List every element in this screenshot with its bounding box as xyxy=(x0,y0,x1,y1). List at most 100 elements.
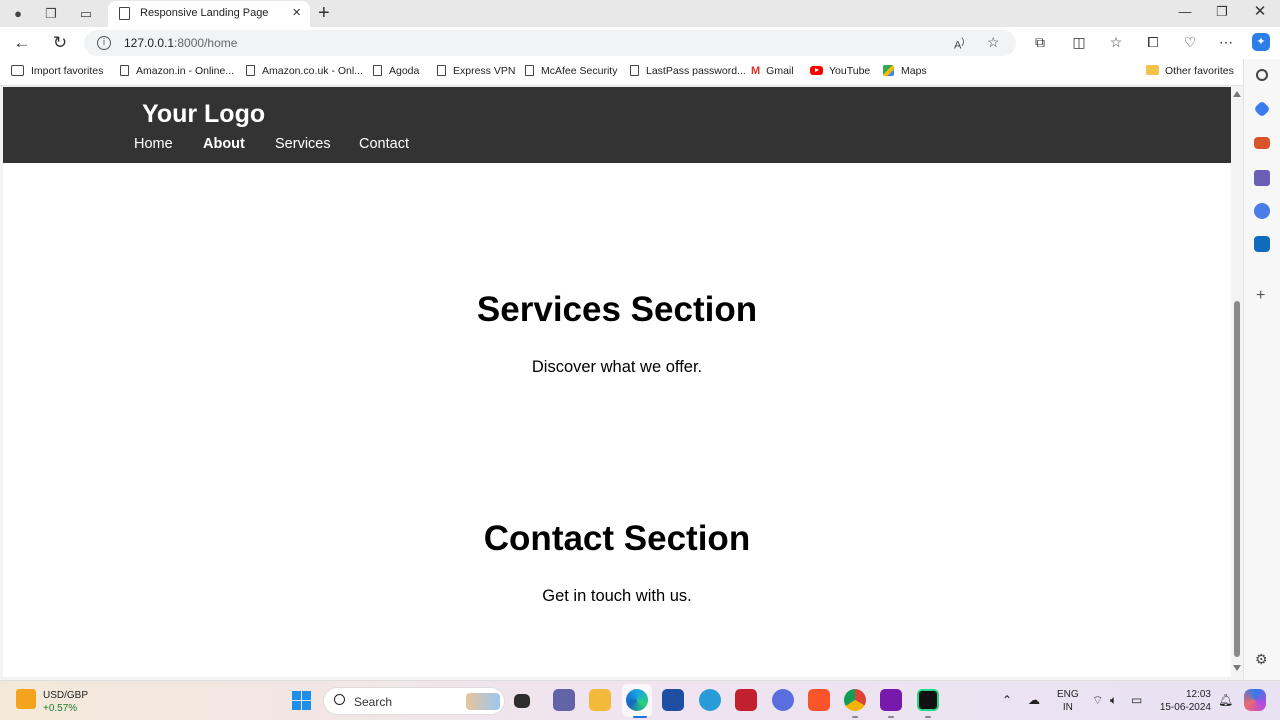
profile-icon[interactable]: ● xyxy=(9,5,27,23)
clock[interactable]: 12:03 15-06-2024 xyxy=(1156,688,1211,714)
onedrive-icon[interactable]: ☁ xyxy=(1028,693,1040,707)
copilot-icon[interactable]: ✦ xyxy=(1252,33,1270,51)
brave-icon[interactable] xyxy=(808,689,830,711)
ticker-name: USD/GBP xyxy=(43,690,89,701)
pycharm-icon[interactable] xyxy=(917,689,939,711)
site-info-icon[interactable]: i xyxy=(97,36,111,50)
volume-muted-icon[interactable]: 🔈︎ xyxy=(1110,693,1117,708)
search-highlight-icon xyxy=(466,693,500,710)
search-placeholder: Search xyxy=(354,695,393,709)
url-text[interactable]: 127.0.0.1:8000/home xyxy=(124,36,237,50)
outlook-icon[interactable] xyxy=(1254,236,1270,252)
shopping-icon[interactable] xyxy=(1253,100,1271,118)
page-icon xyxy=(120,65,129,76)
page-icon xyxy=(373,65,382,76)
store-icon[interactable] xyxy=(662,689,684,711)
bookmark-mcafee[interactable]: McAfee Security xyxy=(525,65,617,77)
edge-icon[interactable] xyxy=(626,689,648,711)
nav-link-home[interactable]: Home xyxy=(134,136,173,152)
bookmark-maps[interactable]: Maps xyxy=(883,65,927,77)
page-scrollbar[interactable] xyxy=(1231,87,1243,677)
folder-icon xyxy=(1146,65,1159,75)
bookmark-lastpass[interactable]: LastPass password... xyxy=(630,65,746,77)
stock-widget[interactable]: USD/GBP +0.57% xyxy=(43,689,88,715)
stock-widget-icon[interactable] xyxy=(16,689,36,709)
back-button[interactable]: ← xyxy=(11,32,33,54)
extensions-icon[interactable]: ⧉ xyxy=(1030,34,1050,51)
page-icon xyxy=(437,65,446,76)
bookmark-gmail[interactable]: M Gmail xyxy=(751,65,794,77)
browser-essentials-icon[interactable]: ♡ xyxy=(1180,34,1200,51)
wifi-icon[interactable]: ⌔ xyxy=(1092,693,1103,708)
settings-icon[interactable]: ⚙ xyxy=(1255,651,1268,668)
close-tab-icon[interactable]: × xyxy=(292,4,301,21)
help-icon[interactable] xyxy=(699,689,721,711)
new-tab-button[interactable]: + xyxy=(318,2,330,25)
maximize-button[interactable]: ❐ xyxy=(1212,4,1232,20)
favorites-bar: Import favorites Amazon.in - Online... A… xyxy=(0,59,1280,86)
scroll-down-arrow-icon[interactable] xyxy=(1233,665,1241,671)
add-sidebar-app-icon[interactable]: + xyxy=(1256,287,1265,305)
minimize-button[interactable]: — xyxy=(1175,4,1195,19)
page-icon xyxy=(119,7,130,20)
youtube-icon xyxy=(810,66,823,75)
favorites-icon[interactable]: ☆ xyxy=(1106,34,1126,51)
bookmark-amazon-co-uk[interactable]: Amazon.co.uk - Onl... xyxy=(246,65,363,77)
tab-active[interactable]: Responsive Landing Page × xyxy=(108,1,310,27)
address-bar[interactable]: i 127.0.0.1:8000/home A) ☆ xyxy=(84,30,1016,56)
bookmark-amazon-in[interactable]: Amazon.in - Online... xyxy=(120,65,234,77)
show-hidden-icons[interactable]: ⌃ xyxy=(1002,693,1012,707)
notification-icon[interactable]: 🔔︎ xyxy=(1218,693,1233,707)
search-icon[interactable] xyxy=(1256,69,1268,81)
task-view-icon[interactable] xyxy=(514,694,530,708)
nav-link-contact[interactable]: Contact xyxy=(359,136,409,152)
start-button[interactable] xyxy=(292,691,311,710)
page-icon xyxy=(525,65,534,76)
tab-actions-icon[interactable]: ▭ xyxy=(77,5,95,23)
nav-link-services[interactable]: Services xyxy=(275,136,331,152)
scroll-up-arrow-icon[interactable] xyxy=(1233,91,1241,97)
clock-date: 15-06-2024 xyxy=(1159,702,1211,713)
refresh-button[interactable]: ↻ xyxy=(49,32,71,54)
bookmark-youtube[interactable]: YouTube xyxy=(810,65,870,77)
copilot-taskbar-icon[interactable] xyxy=(1244,689,1266,711)
favorite-star-icon[interactable]: ☆ xyxy=(987,34,1000,51)
battery-icon[interactable]: ▭ xyxy=(1131,693,1142,707)
page-icon xyxy=(246,65,255,76)
games-icon[interactable] xyxy=(1254,170,1270,186)
more-menu-icon[interactable]: ⋯ xyxy=(1216,34,1236,51)
import-icon xyxy=(11,65,24,76)
bookmark-import-favorites[interactable]: Import favorites xyxy=(11,65,103,77)
page-viewport: Your Logo Home About Services Contact Se… xyxy=(3,87,1231,677)
tools-icon[interactable] xyxy=(1254,137,1270,149)
app-indicator xyxy=(925,716,931,718)
mcafee-icon[interactable] xyxy=(735,689,757,711)
app-indicator xyxy=(852,716,858,718)
bookmark-agoda[interactable]: Agoda xyxy=(373,65,419,77)
search-icon xyxy=(334,694,345,705)
language-indicator[interactable]: ENG IN xyxy=(1057,688,1079,714)
active-app-indicator xyxy=(633,716,647,718)
site-logo[interactable]: Your Logo xyxy=(142,100,265,129)
other-favorites[interactable]: Other favorites xyxy=(1146,65,1234,77)
bookmark-express-vpn[interactable]: Express VPN xyxy=(437,65,515,77)
close-window-button[interactable]: ✕ xyxy=(1250,2,1270,20)
file-explorer-icon[interactable] xyxy=(589,689,611,711)
services-text: Discover what we offer. xyxy=(531,358,703,376)
edge-sidebar: + ⚙ xyxy=(1243,59,1280,680)
app-indicator xyxy=(888,716,894,718)
microsoft365-icon[interactable] xyxy=(1254,203,1270,219)
teams-icon[interactable] xyxy=(553,689,575,711)
scrollbar-thumb[interactable] xyxy=(1234,301,1240,657)
taskbar-search[interactable]: Search xyxy=(323,687,505,715)
chrome-icon[interactable] xyxy=(844,689,866,711)
onenote-icon[interactable] xyxy=(880,689,902,711)
workspaces-icon[interactable]: ❐ xyxy=(42,5,60,23)
split-screen-icon[interactable]: ◫ xyxy=(1069,34,1089,51)
read-aloud-icon[interactable]: A) xyxy=(954,36,964,52)
gmail-icon: M xyxy=(751,65,761,77)
nav-link-about[interactable]: About xyxy=(203,136,245,152)
collections-icon[interactable]: ⧠ xyxy=(1143,34,1163,51)
copilot-app-icon[interactable] xyxy=(772,689,794,711)
services-title: Services Section xyxy=(476,290,758,329)
